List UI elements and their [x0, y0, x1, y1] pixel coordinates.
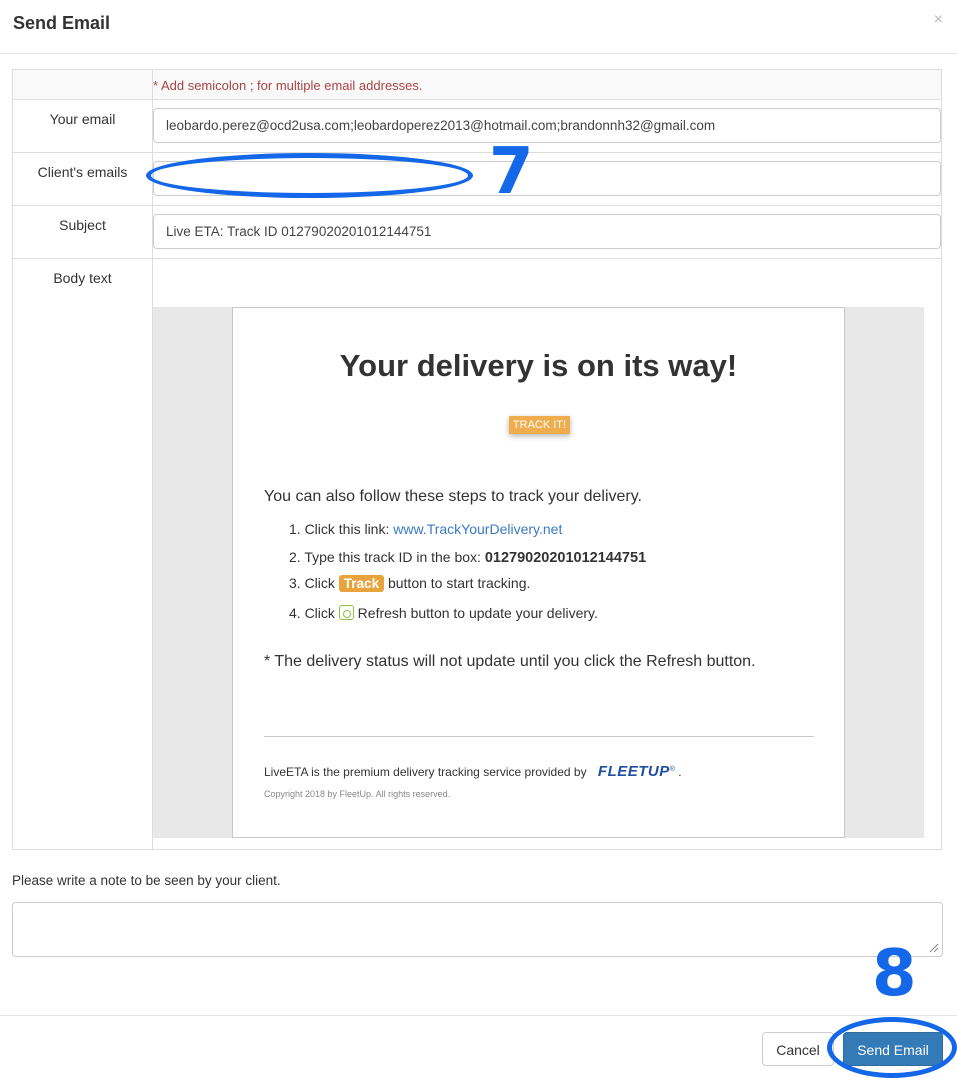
fleetup-logo: FLEETUP: [597, 763, 670, 780]
preview-copyright: Copyright 2018 by FleetUp. All rights re…: [264, 789, 451, 799]
preview-heading: Your delivery is on its way!: [339, 348, 738, 383]
preview-intro: You can also follow these steps to track…: [264, 488, 642, 505]
modal-title: Send Email: [13, 13, 111, 33]
preview-step-1: 1. Click this link: www.TrackYourDeliver…: [289, 521, 563, 537]
modal-footer-divider: [0, 1015, 957, 1016]
preview-step-3: 3. Click Track button to start tracking.: [289, 575, 531, 592]
email-preview-frame: Your delivery is on its way! TRACK IT! Y…: [153, 307, 924, 838]
preview-step-4: 4. Click Refresh button to update your d…: [289, 605, 598, 621]
hint-label-cell: [12, 69, 153, 100]
track-it-button[interactable]: TRACK IT!: [509, 416, 570, 434]
cancel-button[interactable]: Cancel: [762, 1032, 834, 1066]
clients-emails-label: Client's emails: [12, 152, 153, 206]
track-your-delivery-link[interactable]: www.TrackYourDelivery.net: [393, 521, 562, 537]
track-badge: Track: [338, 575, 385, 592]
email-form-table: * Add semicolon ; for multiple email add…: [12, 69, 942, 850]
preview-refresh-note: * The delivery status will not update un…: [264, 653, 756, 670]
refresh-icon: [338, 605, 354, 620]
annotation-number-8: 8: [872, 937, 917, 1011]
preview-step-2: 2. Type this track ID in the box: 012790…: [289, 549, 647, 566]
subject-label: Subject: [12, 205, 153, 259]
annotation-number-7: 7: [489, 135, 534, 209]
body-text-label: Body text: [12, 258, 153, 850]
preview-divider: [264, 736, 814, 737]
preview-footer: LiveETA is the premium delivery tracking…: [264, 763, 682, 780]
clients-emails-input[interactable]: [153, 161, 941, 196]
close-icon[interactable]: ×: [934, 11, 943, 29]
send-email-button[interactable]: Send Email: [843, 1032, 943, 1066]
client-note-label: Please write a note to be seen by your c…: [12, 873, 281, 888]
your-email-input[interactable]: [153, 108, 941, 143]
track-id-value: 01279020201012144751: [484, 550, 647, 566]
modal-header: Send Email ×: [0, 0, 957, 54]
subject-input[interactable]: [153, 214, 941, 249]
email-preview-card: Your delivery is on its way! TRACK IT! Y…: [232, 307, 845, 838]
client-note-textarea[interactable]: [12, 902, 943, 957]
resize-handle-icon[interactable]: [929, 943, 939, 953]
multiple-email-hint: * Add semicolon ; for multiple email add…: [152, 69, 942, 100]
your-email-label: Your email: [12, 99, 153, 153]
